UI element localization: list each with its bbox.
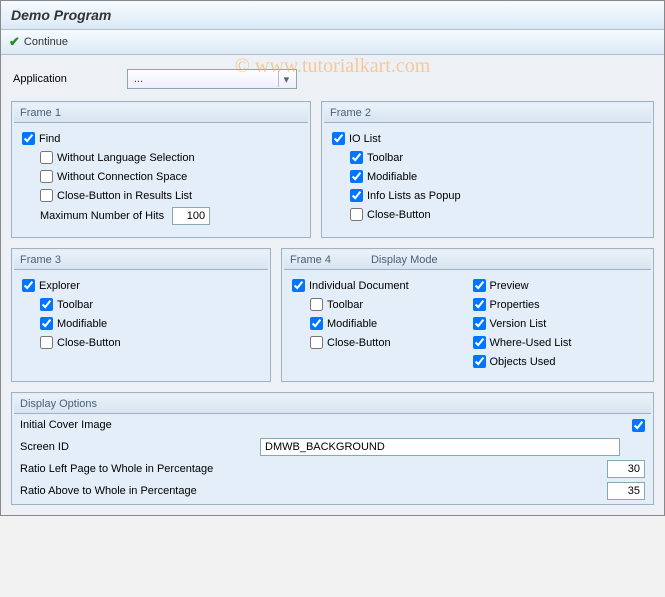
- f3-modifiable-label: Modifiable: [57, 318, 107, 330]
- version-list-label: Version List: [490, 318, 547, 330]
- f2-modifiable-label: Modifiable: [367, 171, 417, 183]
- f2-toolbar-checkbox[interactable]: [350, 151, 363, 164]
- find-checkbox[interactable]: [22, 132, 35, 145]
- max-hits-input[interactable]: [172, 207, 210, 225]
- explorer-checkbox[interactable]: [22, 279, 35, 292]
- f4-close-label: Close-Button: [327, 337, 391, 349]
- application-row: Application ... ▾: [11, 65, 654, 101]
- f3-toolbar-checkbox[interactable]: [40, 298, 53, 311]
- f4-toolbar-checkbox[interactable]: [310, 298, 323, 311]
- f3-close-checkbox[interactable]: [40, 336, 53, 349]
- f2-close-label: Close-Button: [367, 209, 431, 221]
- application-label: Application: [13, 73, 67, 85]
- f4-close-checkbox[interactable]: [310, 336, 323, 349]
- initial-cover-checkbox[interactable]: [632, 419, 645, 432]
- frame-2: Frame 2 IO List Toolbar Modifiable: [321, 101, 654, 238]
- io-list-label: IO List: [349, 133, 381, 145]
- screen-id-label: Screen ID: [20, 441, 260, 453]
- ratio-above-label: Ratio Above to Whole in Percentage: [20, 485, 260, 497]
- io-list-checkbox[interactable]: [332, 132, 345, 145]
- explorer-label: Explorer: [39, 280, 80, 292]
- main-window: Demo Program ✔ Continue © www.tutorialka…: [0, 0, 665, 516]
- without-language-label: Without Language Selection: [57, 152, 195, 164]
- frame-1-title: Frame 1: [14, 104, 308, 123]
- info-popup-label: Info Lists as Popup: [367, 190, 461, 202]
- chevron-down-icon: ▾: [278, 71, 294, 87]
- without-connection-label: Without Connection Space: [57, 171, 187, 183]
- objects-used-checkbox[interactable]: [473, 355, 486, 368]
- frame-4-title2: Display Mode: [371, 254, 438, 266]
- toolbar: ✔ Continue: [1, 30, 664, 55]
- check-icon: ✔: [9, 34, 20, 50]
- frame-3: Frame 3 Explorer Toolbar Modifiable: [11, 248, 271, 382]
- without-connection-checkbox[interactable]: [40, 170, 53, 183]
- f3-modifiable-checkbox[interactable]: [40, 317, 53, 330]
- display-options-title: Display Options: [14, 395, 651, 414]
- ratio-left-input[interactable]: [607, 460, 645, 478]
- where-used-label: Where-Used List: [490, 337, 572, 349]
- close-results-checkbox[interactable]: [40, 189, 53, 202]
- frame-4-title-bar: Frame 4 Display Mode: [284, 251, 651, 270]
- f4-modifiable-label: Modifiable: [327, 318, 377, 330]
- f3-close-label: Close-Button: [57, 337, 121, 349]
- screen-id-input[interactable]: [260, 438, 620, 456]
- without-language-checkbox[interactable]: [40, 151, 53, 164]
- indiv-doc-checkbox[interactable]: [292, 279, 305, 292]
- close-results-label: Close-Button in Results List: [57, 190, 192, 202]
- frame-4: Frame 4 Display Mode Individual Document…: [281, 248, 654, 382]
- preview-label: Preview: [490, 280, 529, 292]
- frame-4-title: Frame 4: [290, 254, 331, 266]
- version-list-checkbox[interactable]: [473, 317, 486, 330]
- properties-checkbox[interactable]: [473, 298, 486, 311]
- f4-modifiable-checkbox[interactable]: [310, 317, 323, 330]
- properties-label: Properties: [490, 299, 540, 311]
- window-title: Demo Program: [1, 1, 664, 30]
- frame-2-title: Frame 2: [324, 104, 651, 123]
- f2-close-checkbox[interactable]: [350, 208, 363, 221]
- find-label: Find: [39, 133, 60, 145]
- preview-checkbox[interactable]: [473, 279, 486, 292]
- frame-3-title: Frame 3: [14, 251, 268, 270]
- objects-used-label: Objects Used: [490, 356, 556, 368]
- where-used-checkbox[interactable]: [473, 336, 486, 349]
- content-area: © www.tutorialkart.com Application ... ▾…: [1, 55, 664, 515]
- info-popup-checkbox[interactable]: [350, 189, 363, 202]
- max-hits-label: Maximum Number of Hits: [40, 210, 164, 222]
- frame-1: Frame 1 Find Without Language Selection …: [11, 101, 311, 238]
- application-select[interactable]: ... ▾: [127, 69, 297, 89]
- initial-cover-label: Initial Cover Image: [20, 419, 260, 431]
- display-options-frame: Display Options Initial Cover Image Scre…: [11, 392, 654, 505]
- f4-toolbar-label: Toolbar: [327, 299, 363, 311]
- f3-toolbar-label: Toolbar: [57, 299, 93, 311]
- f2-modifiable-checkbox[interactable]: [350, 170, 363, 183]
- indiv-doc-label: Individual Document: [309, 280, 409, 292]
- continue-button[interactable]: Continue: [24, 36, 68, 48]
- ratio-above-input[interactable]: [607, 482, 645, 500]
- application-select-value: ...: [134, 73, 143, 85]
- f2-toolbar-label: Toolbar: [367, 152, 403, 164]
- ratio-left-label: Ratio Left Page to Whole in Percentage: [20, 463, 260, 475]
